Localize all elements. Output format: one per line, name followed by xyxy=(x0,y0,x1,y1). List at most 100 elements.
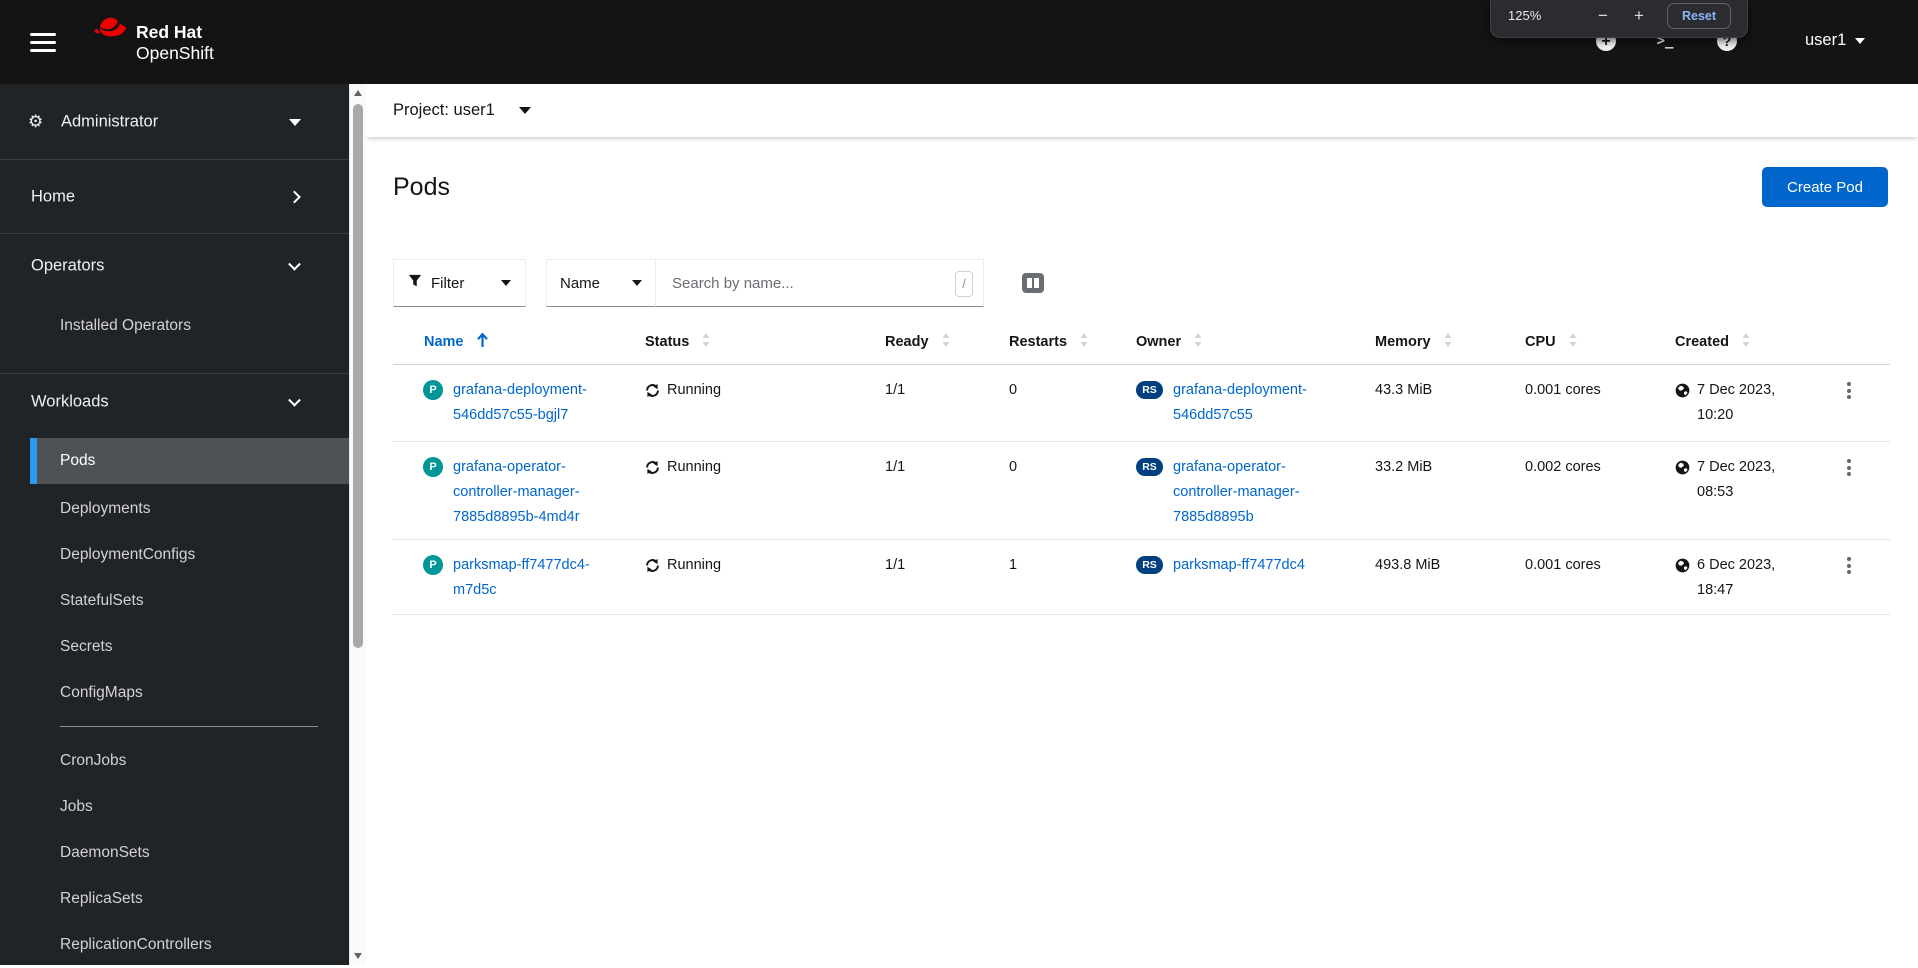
memory-cell: 493.8 MiB xyxy=(1375,540,1525,614)
chevron-down-icon xyxy=(519,107,531,114)
column-header-status[interactable]: Status xyxy=(645,333,885,351)
table-header-row: Name Status Ready Restarts xyxy=(393,320,1890,365)
chevron-down-icon xyxy=(288,394,301,407)
zoom-out-button[interactable]: − xyxy=(1598,3,1608,29)
sort-both-icon xyxy=(1194,333,1202,351)
scroll-down-arrow-icon[interactable] xyxy=(354,953,362,959)
ready-cell: 1/1 xyxy=(885,365,1009,441)
pod-badge: P xyxy=(423,555,443,575)
create-pod-button[interactable]: Create Pod xyxy=(1762,167,1888,207)
pod-name-cell: P grafana-operator- controller-manager- … xyxy=(393,442,645,539)
brand-line1: Red Hat xyxy=(136,22,214,43)
sidebar-item-replicationcontrollers[interactable]: ReplicationControllers xyxy=(0,922,349,968)
owner-cell: RS grafana-operator- controller-manager-… xyxy=(1136,442,1375,539)
kebab-menu-icon[interactable] xyxy=(1845,540,1865,614)
column-header-created[interactable]: Created xyxy=(1675,333,1845,351)
redhat-fedora-icon xyxy=(90,12,128,64)
owner-link[interactable]: grafana-operator- controller-manager- 78… xyxy=(1173,455,1300,539)
sidebar-item-daemonsets[interactable]: DaemonSets xyxy=(0,830,349,876)
sort-both-icon xyxy=(1742,333,1750,351)
globe-icon xyxy=(1675,383,1690,398)
username: user1 xyxy=(1805,31,1846,50)
pod-link[interactable]: parksmap-ff7477dc4- m7d5c xyxy=(453,553,590,614)
running-sync-icon xyxy=(645,383,660,398)
project-label: Project: user1 xyxy=(393,101,495,120)
owner-link[interactable]: grafana-deployment- 546dd57c55 xyxy=(1173,378,1307,441)
search-type-dropdown[interactable]: Name xyxy=(546,259,656,307)
kebab-menu-icon[interactable] xyxy=(1845,442,1865,539)
main-content: Project: user1 Pods Create Pod Filter Na… xyxy=(366,84,1918,965)
ready-cell: 1/1 xyxy=(885,540,1009,614)
zoom-reset-button[interactable]: Reset xyxy=(1667,3,1731,29)
browser-zoom-overlay: 125% − + Reset xyxy=(1490,0,1748,38)
restarts-cell: 1 xyxy=(1009,540,1136,614)
user-menu[interactable]: user1 xyxy=(1805,31,1865,50)
globe-icon xyxy=(1675,460,1690,475)
section-label: Home xyxy=(31,187,75,206)
column-header-ready[interactable]: Ready xyxy=(885,333,1009,351)
status-cell: Running xyxy=(645,540,885,614)
pod-link[interactable]: grafana-deployment- 546dd57c55-bgjl7 xyxy=(453,378,587,441)
pod-link[interactable]: grafana-operator- controller-manager- 78… xyxy=(453,455,580,539)
manage-columns-icon[interactable] xyxy=(1022,273,1044,293)
column-header-memory[interactable]: Memory xyxy=(1375,333,1525,351)
pod-name-cell: P grafana-deployment- 546dd57c55-bgjl7 xyxy=(393,365,645,441)
sidebar-item-replicasets[interactable]: ReplicaSets xyxy=(0,876,349,922)
table-row: P grafana-operator- controller-manager- … xyxy=(393,442,1890,540)
sidebar-item-secrets[interactable]: Secrets xyxy=(0,624,349,670)
search-field-wrapper: / xyxy=(656,259,984,307)
sort-ascending-icon xyxy=(477,333,488,352)
table-row: P parksmap-ff7477dc4- m7d5c Running 1/1 … xyxy=(393,540,1890,615)
nav-toggle-icon[interactable] xyxy=(30,33,56,52)
created-cell: 6 Dec 2023, 18:47 xyxy=(1675,540,1845,614)
chevron-down-icon xyxy=(1855,38,1865,44)
list-toolbar: Filter Name / xyxy=(393,259,1044,307)
kebab-menu-icon[interactable] xyxy=(1845,365,1865,441)
pod-name-cell: P parksmap-ff7477dc4- m7d5c xyxy=(393,540,645,614)
sidebar-scrollbar[interactable] xyxy=(349,84,366,965)
column-header-restarts[interactable]: Restarts xyxy=(1009,333,1136,351)
ready-cell: 1/1 xyxy=(885,442,1009,539)
memory-cell: 43.3 MiB xyxy=(1375,365,1525,441)
memory-cell: 33.2 MiB xyxy=(1375,442,1525,539)
running-sync-icon xyxy=(645,558,660,573)
scrollbar-thumb[interactable] xyxy=(353,104,363,648)
sidebar-item-jobs[interactable]: Jobs xyxy=(0,784,349,830)
pod-badge: P xyxy=(423,457,443,477)
sidebar-item-deploymentconfigs[interactable]: DeploymentConfigs xyxy=(0,532,349,578)
brand-line2: OpenShift xyxy=(136,43,214,64)
sidebar-item-cronjobs[interactable]: CronJobs xyxy=(0,738,349,784)
sort-both-icon xyxy=(942,333,950,351)
owner-link[interactable]: parksmap-ff7477dc4 xyxy=(1173,553,1305,614)
sidebar-section-operators[interactable]: Operators xyxy=(0,234,349,298)
perspective-switcher[interactable]: Administrator xyxy=(0,84,349,159)
filter-dropdown[interactable]: Filter xyxy=(393,259,526,307)
sidebar-section-home[interactable]: Home xyxy=(0,160,349,233)
column-header-cpu[interactable]: CPU xyxy=(1525,333,1675,351)
sort-both-icon xyxy=(702,333,710,351)
globe-icon xyxy=(1675,558,1690,573)
running-sync-icon xyxy=(645,460,660,475)
chevron-right-icon xyxy=(288,190,301,203)
scroll-up-arrow-icon[interactable] xyxy=(354,90,362,96)
search-type-label: Name xyxy=(560,275,600,292)
section-label: Operators xyxy=(31,257,104,276)
zoom-in-button[interactable]: + xyxy=(1634,3,1644,29)
funnel-icon xyxy=(408,274,422,292)
project-selector[interactable]: Project: user1 xyxy=(393,84,531,137)
sidebar-item-configmaps[interactable]: ConfigMaps xyxy=(0,670,349,716)
sidebar-item-pods[interactable]: Pods xyxy=(30,438,349,484)
sidebar-section-workloads[interactable]: Workloads xyxy=(0,374,349,430)
cpu-cell: 0.001 cores xyxy=(1525,365,1675,441)
sidebar-item-installed-operators[interactable]: Installed Operators xyxy=(0,303,349,349)
sidebar-item-statefulsets[interactable]: StatefulSets xyxy=(0,578,349,624)
sidebar-item-deployments[interactable]: Deployments xyxy=(0,486,349,532)
column-header-owner[interactable]: Owner xyxy=(1136,333,1375,351)
pod-badge: P xyxy=(423,380,443,400)
replicaset-badge: RS xyxy=(1136,556,1163,574)
sort-both-icon xyxy=(1569,333,1577,351)
chevron-down-icon xyxy=(632,280,642,286)
search-input[interactable] xyxy=(656,260,983,306)
zoom-level: 125% xyxy=(1508,8,1541,23)
column-header-name[interactable]: Name xyxy=(393,333,645,352)
